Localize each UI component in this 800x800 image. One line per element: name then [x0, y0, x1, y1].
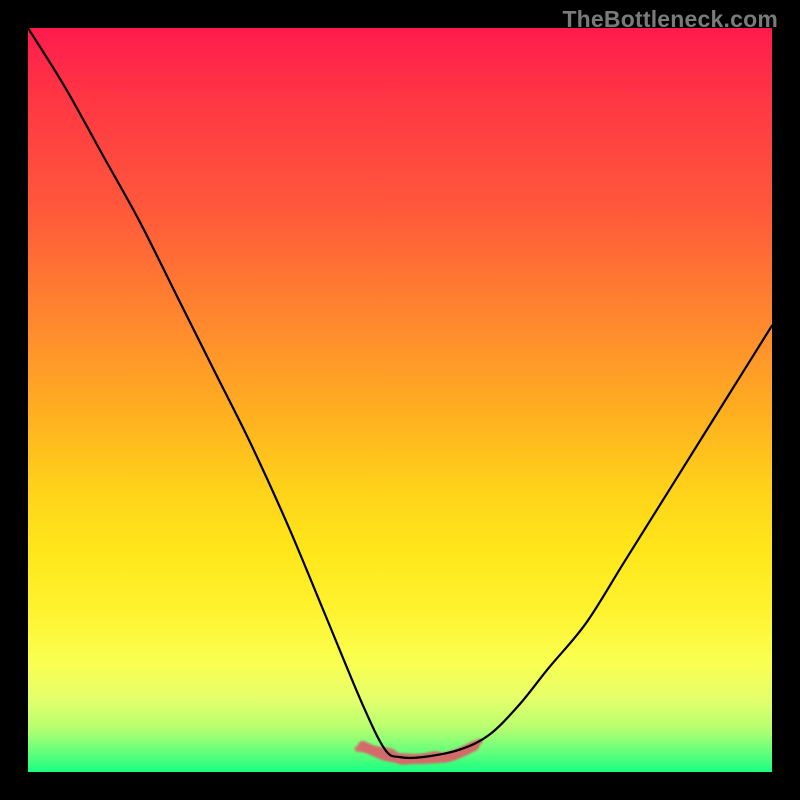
chart-svg — [28, 28, 772, 772]
bottleneck-curve — [28, 28, 772, 758]
chart-frame: TheBottleneck.com — [0, 0, 800, 800]
chart-plot-area — [28, 28, 772, 772]
